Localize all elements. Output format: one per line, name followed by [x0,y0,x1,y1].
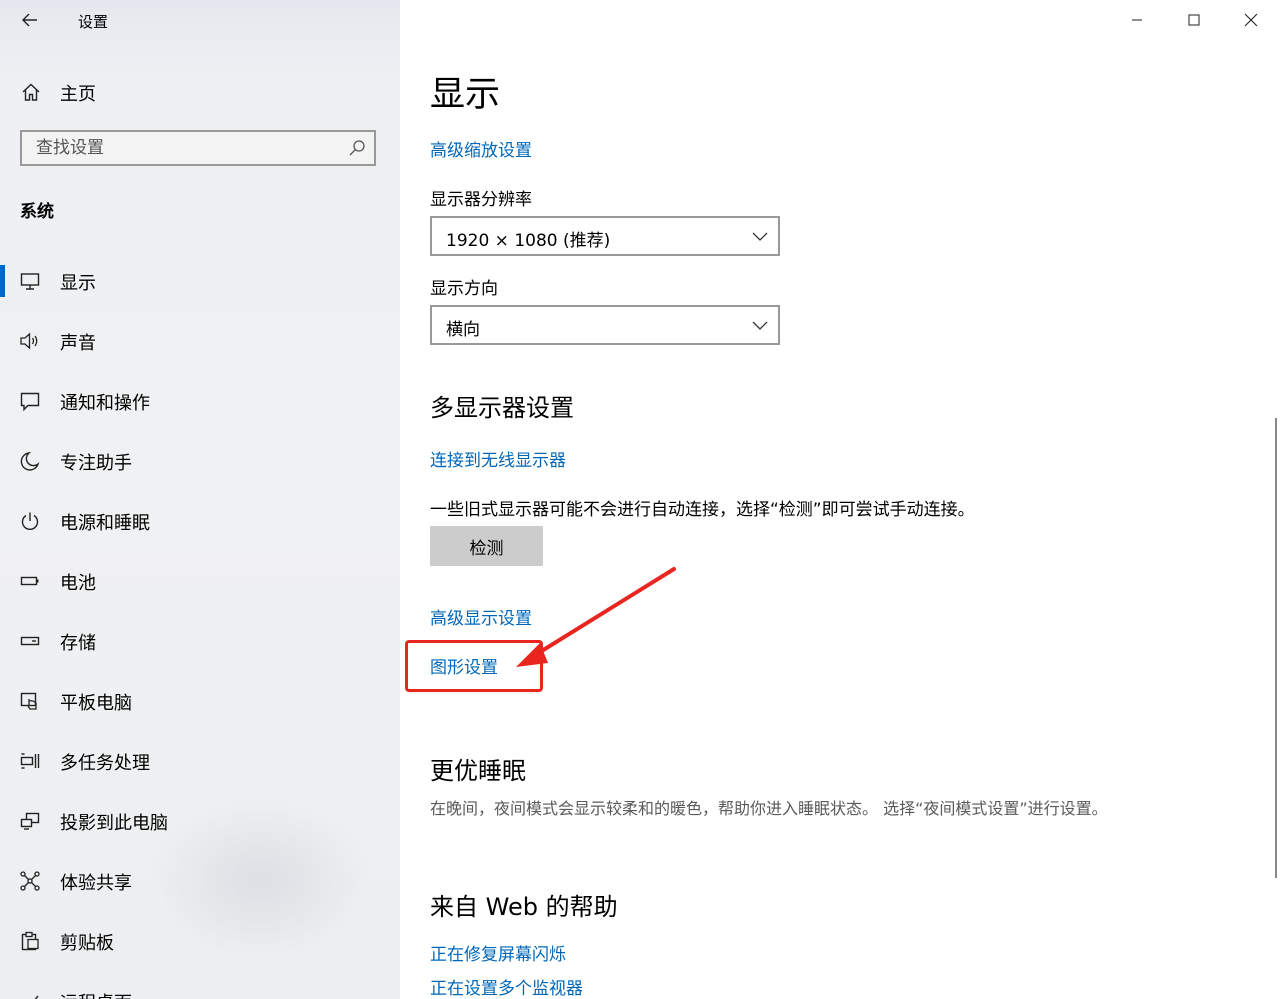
help-link-multiple-monitors[interactable]: 正在设置多个监视器 [430,974,583,999]
main-content: 显示 高级缩放设置 显示器分辨率 1920 × 1080 (推荐) 显示方向 横… [400,0,1280,999]
home-icon [22,83,40,101]
back-arrow-icon [22,13,37,27]
page-title: 显示 [430,75,501,115]
sidebar-item-label: 存储 [60,633,96,654]
sidebar-item-label: 多任务处理 [60,753,150,774]
notification-icon [20,392,40,412]
web-help-heading: 来自 Web 的帮助 [430,893,618,921]
sidebar-home[interactable]: 主页 [0,72,400,112]
sidebar-item-label: 通知和操作 [60,393,150,414]
sidebar-item-label: 体验共享 [60,873,132,894]
sidebar-item-clipboard[interactable]: 剪贴板 [0,917,400,965]
maximize-button[interactable] [1179,8,1209,32]
minimize-button[interactable] [1122,8,1152,32]
sidebar-item-display[interactable]: 显示 [0,257,400,305]
sidebar-item-multitasking[interactable]: 多任务处理 [0,737,400,785]
help-link-screen-flicker[interactable]: 正在修复屏幕闪烁 [430,940,566,965]
detect-description: 一些旧式显示器可能不会进行自动连接，选择“检测”即可尝试手动连接。 [430,500,975,520]
scrollbar[interactable] [1275,418,1277,878]
battery-icon [20,576,39,586]
sidebar-item-remote-desktop[interactable]: 远程桌面 [0,977,400,999]
sidebar-item-shared-experiences[interactable]: 体验共享 [0,857,400,905]
power-icon [21,512,39,530]
annotation-arrow [516,567,676,667]
resolution-dropdown[interactable]: 1920 × 1080 (推荐) [430,216,780,256]
tablet-icon [20,692,37,710]
orientation-dropdown[interactable]: 横向 [430,305,780,345]
monitor-icon [20,273,40,290]
sidebar-item-focus-assist[interactable]: 专注助手 [0,437,400,485]
share-icon [20,871,40,891]
better-sleep-heading: 更优睡眠 [430,757,526,785]
sidebar-item-projecting[interactable]: 投影到此电脑 [0,797,400,845]
sidebar-home-label: 主页 [60,84,96,105]
sidebar-item-label: 剪贴板 [60,933,114,954]
sidebar-item-label: 电源和睡眠 [60,513,150,534]
maximize-icon [1188,14,1200,26]
search-icon[interactable] [348,139,366,157]
clipboard-icon [21,931,39,951]
sidebar-item-battery[interactable]: 电池 [0,557,400,605]
wireless-display-link[interactable]: 连接到无线显示器 [430,446,566,471]
search-box [20,130,376,166]
sidebar-item-sound[interactable]: 声音 [0,317,400,365]
minimize-icon [1132,19,1142,21]
search-input[interactable] [22,132,336,164]
resolution-value: 1920 × 1080 (推荐) [446,231,611,251]
moon-icon [20,452,40,471]
sidebar-item-label: 平板电脑 [60,693,132,714]
chevron-down-icon [752,321,768,330]
close-button[interactable] [1236,8,1266,32]
better-sleep-description: 在晚间，夜间模式会显示较柔和的暖色，帮助你进入睡眠状态。 选择“夜间模式设置”进… [430,799,1108,818]
speaker-icon [20,332,38,350]
sidebar-item-label: 专注助手 [60,453,132,474]
sidebar-item-label: 声音 [60,333,96,354]
resolution-label: 显示器分辨率 [430,190,532,210]
sidebar-item-label: 显示 [60,273,96,294]
advanced-scaling-link[interactable]: 高级缩放设置 [430,136,532,161]
multi-display-heading: 多显示器设置 [430,394,574,422]
sidebar-section-title: 系统 [20,202,54,222]
sidebar-item-label: 远程桌面 [60,989,132,999]
sidebar-item-tablet[interactable]: 平板电脑 [0,677,400,725]
back-button[interactable] [18,8,42,32]
chevron-down-icon [752,232,768,241]
sidebar: 设置 主页 系统 显示 声音 通知和操作 [0,0,400,999]
sidebar-item-label: 投影到此电脑 [60,813,168,834]
active-indicator [0,265,5,297]
detect-button[interactable]: 检测 [430,526,543,566]
sidebar-item-power-sleep[interactable]: 电源和睡眠 [0,497,400,545]
orientation-value: 横向 [446,320,480,340]
app-title: 设置 [78,13,109,31]
storage-icon [20,636,40,646]
close-icon [1244,13,1258,27]
project-icon [20,812,40,830]
sidebar-item-storage[interactable]: 存储 [0,617,400,665]
sidebar-item-label: 电池 [60,573,96,594]
multitask-icon [20,753,40,769]
remote-desktop-icon [34,995,39,999]
sidebar-item-notifications[interactable]: 通知和操作 [0,377,400,425]
orientation-label: 显示方向 [430,279,498,299]
